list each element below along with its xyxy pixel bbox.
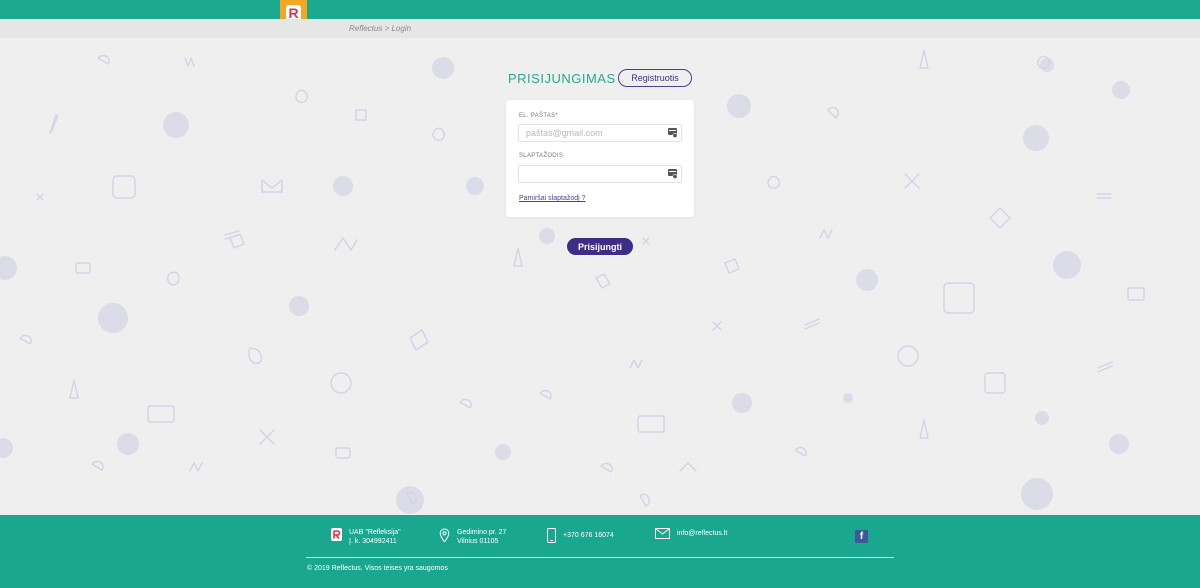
copyright: © 2019 Reflectus. Visos teises yra saugo…	[307, 565, 448, 572]
phone-icon	[547, 528, 556, 543]
email-label: EL. PAŠTAS*	[519, 113, 559, 119]
forgot-password-link[interactable]: Pamiršai slaptažodį ?	[519, 195, 586, 202]
breadcrumb-bar: Reflectus > Login	[0, 19, 1200, 38]
mail-icon	[655, 528, 670, 539]
footer-email: info@reflectus.lt	[655, 528, 727, 539]
company-code: Į. k. 304992411	[349, 538, 397, 545]
footer-phone: +370 676 16074	[547, 528, 614, 543]
autofill-icon[interactable]	[668, 128, 678, 138]
page-title: PRISIJUNGIMAS	[508, 71, 616, 86]
breadcrumb: Reflectus > Login	[349, 24, 412, 33]
location-pin-icon	[439, 528, 450, 543]
email-field[interactable]: paštas@gmail.com	[518, 124, 682, 142]
phone-number[interactable]: +370 676 16074	[563, 528, 614, 540]
email-placeholder: paštas@gmail.com	[526, 128, 603, 138]
top-bar	[0, 0, 1200, 19]
facebook-icon[interactable]: f	[855, 530, 868, 543]
address-city: Vilnius 01105	[457, 538, 499, 545]
autofill-icon[interactable]	[668, 169, 678, 179]
footer-company: UAB "Refleksija" Į. k. 304992411	[331, 528, 401, 546]
password-label: SLAPTAŽODIS	[519, 153, 564, 159]
footer-address: Gedimino pr. 27 Vilnius 01105	[439, 528, 506, 546]
reflectus-r-icon	[331, 528, 342, 541]
footer: UAB "Refleksija" Į. k. 304992411 Gedimin…	[0, 515, 1200, 588]
company-name: UAB "Refleksija"	[349, 529, 401, 536]
password-field[interactable]	[518, 165, 682, 183]
address-street: Gedimino pr. 27	[457, 529, 507, 536]
login-button[interactable]: Prisijungti	[567, 238, 633, 255]
register-button[interactable]: Registruotis	[618, 69, 692, 87]
footer-divider	[306, 557, 894, 558]
login-form-card: EL. PAŠTAS* paštas@gmail.com SLAPTAŽODIS…	[506, 100, 694, 217]
email-link[interactable]: info@reflectus.lt	[677, 528, 727, 538]
